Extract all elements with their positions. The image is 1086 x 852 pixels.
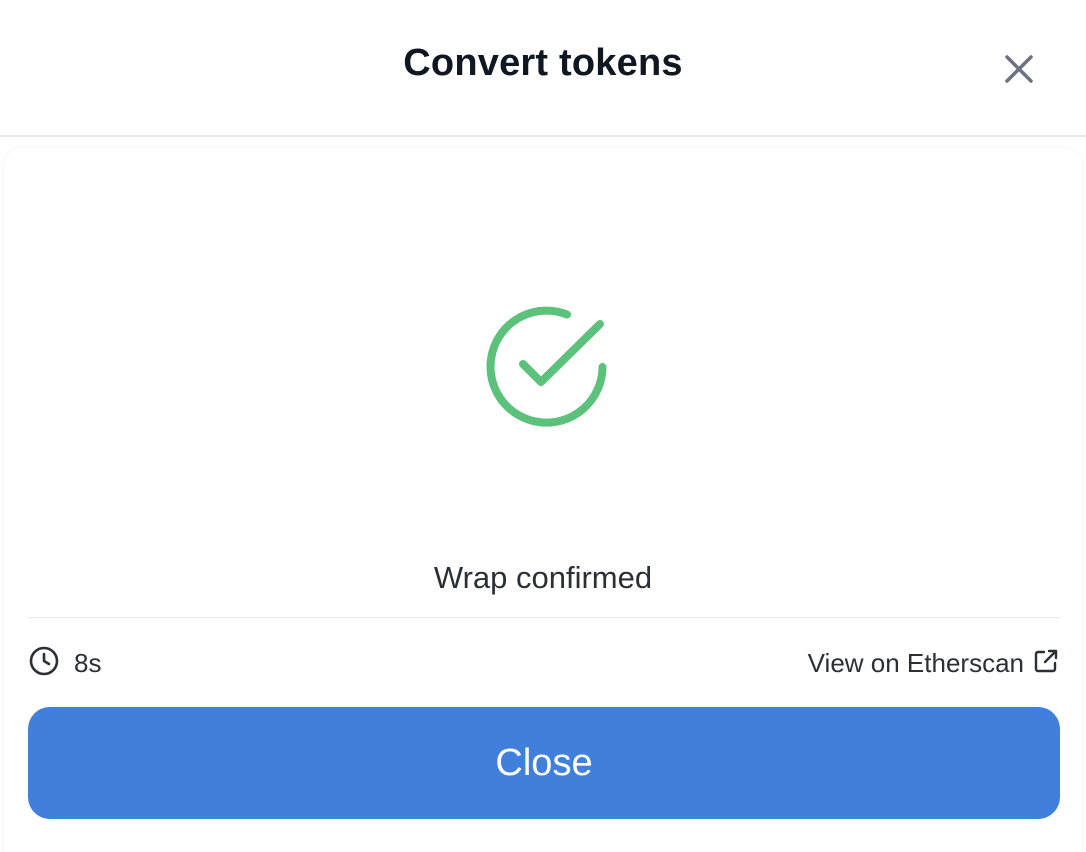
- status-message: Wrap confirmed: [433, 560, 653, 595]
- elapsed-time: 8s: [28, 646, 101, 680]
- close-icon[interactable]: [1000, 50, 1038, 88]
- external-link-icon: [1032, 647, 1060, 680]
- close-button[interactable]: Close: [28, 707, 1060, 819]
- divider: [28, 617, 1060, 618]
- modal-title: Convert tokens: [403, 42, 683, 84]
- modal-header: Convert tokens: [0, 0, 1086, 137]
- etherscan-link-label: View on Etherscan: [807, 647, 1024, 678]
- elapsed-time-label: 8s: [74, 647, 102, 678]
- convert-tokens-modal: Convert tokens Wrap confirmed 8s View on…: [0, 0, 1086, 852]
- check-circle-icon: [483, 304, 607, 428]
- clock-icon: [28, 645, 60, 682]
- view-on-etherscan-link[interactable]: View on Etherscan: [808, 646, 1060, 680]
